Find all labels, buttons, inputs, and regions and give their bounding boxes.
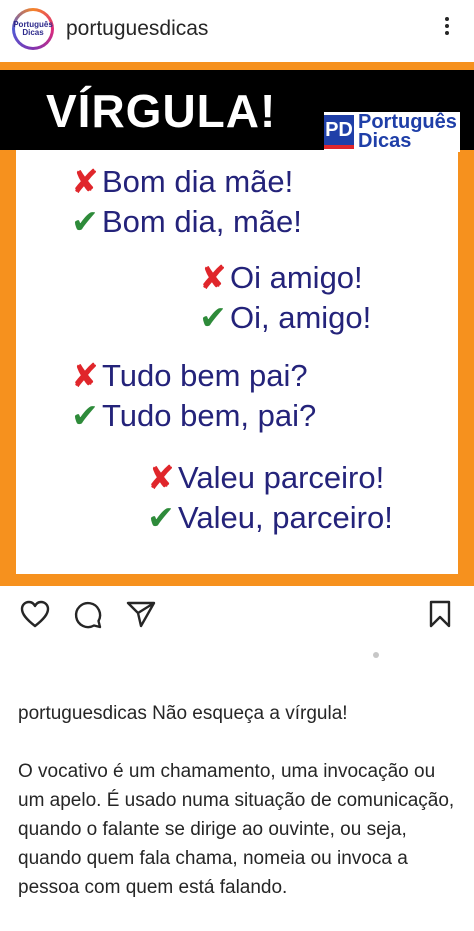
avatar-logo-line2: Dicas xyxy=(22,28,44,37)
action-bar xyxy=(0,586,474,646)
bookmark-icon[interactable] xyxy=(428,600,452,628)
check-mark-icon: ✔ xyxy=(147,499,175,536)
avatar-logo: Português Dicas xyxy=(13,11,53,47)
check-mark-icon: ✔ xyxy=(199,299,227,336)
brand-badge: PD xyxy=(324,115,354,149)
caption-body: O vocativo é um chamamento, uma invocaçã… xyxy=(18,761,455,898)
more-options-icon[interactable] xyxy=(440,14,454,42)
example-text: Valeu parceiro! xyxy=(178,459,385,495)
wrong-mark-icon: ✘ xyxy=(71,163,99,200)
post-image[interactable]: VÍRGULA! PD Português Dicas ✘ Bom dia mã… xyxy=(0,62,474,586)
example-line: ✔ Tudo bem, pai? xyxy=(68,396,316,435)
example-line: ✔ Valeu, parceiro! xyxy=(144,498,393,537)
example-text: Bom dia mãe! xyxy=(102,163,294,199)
example-text: Oi amigo! xyxy=(230,259,363,295)
carousel-indicator xyxy=(373,652,379,658)
example-line: ✘ Oi amigo! xyxy=(196,258,363,297)
wrong-mark-icon: ✘ xyxy=(71,357,99,394)
example-text: Tudo bem pai? xyxy=(102,357,308,393)
check-mark-icon: ✔ xyxy=(71,203,99,240)
caption: portuguesdicas Não esqueça a vírgula! xyxy=(18,700,458,728)
brand-logo: PD Português Dicas xyxy=(324,112,460,152)
check-mark-icon: ✔ xyxy=(71,397,99,434)
share-icon[interactable] xyxy=(126,600,156,628)
example-text: Tudo bem, pai? xyxy=(102,397,317,433)
wrong-mark-icon: ✘ xyxy=(147,459,175,496)
example-line: ✘ Tudo bem pai? xyxy=(68,356,308,395)
example-text: Bom dia, mãe! xyxy=(102,203,302,239)
example-text: Valeu, parceiro! xyxy=(178,499,393,535)
caption-headline: Não esqueça a vírgula! xyxy=(152,703,348,724)
example-line: ✔ Bom dia, mãe! xyxy=(68,202,302,241)
wrong-mark-icon: ✘ xyxy=(199,259,227,296)
username[interactable]: portuguesdicas xyxy=(66,17,208,41)
post-header: Português Dicas portuguesdicas xyxy=(0,0,474,62)
post-title: VÍRGULA! xyxy=(46,85,277,137)
avatar[interactable]: Português Dicas xyxy=(12,8,54,50)
comment-icon[interactable] xyxy=(73,600,103,630)
caption-username[interactable]: portuguesdicas xyxy=(18,703,147,724)
heart-icon[interactable] xyxy=(20,600,50,628)
example-line: ✔ Oi, amigo! xyxy=(196,298,371,337)
example-line: ✘ Bom dia mãe! xyxy=(68,162,293,201)
example-text: Oi, amigo! xyxy=(230,299,372,335)
brand-line2: Dicas xyxy=(358,130,412,152)
example-line: ✘ Valeu parceiro! xyxy=(144,458,384,497)
